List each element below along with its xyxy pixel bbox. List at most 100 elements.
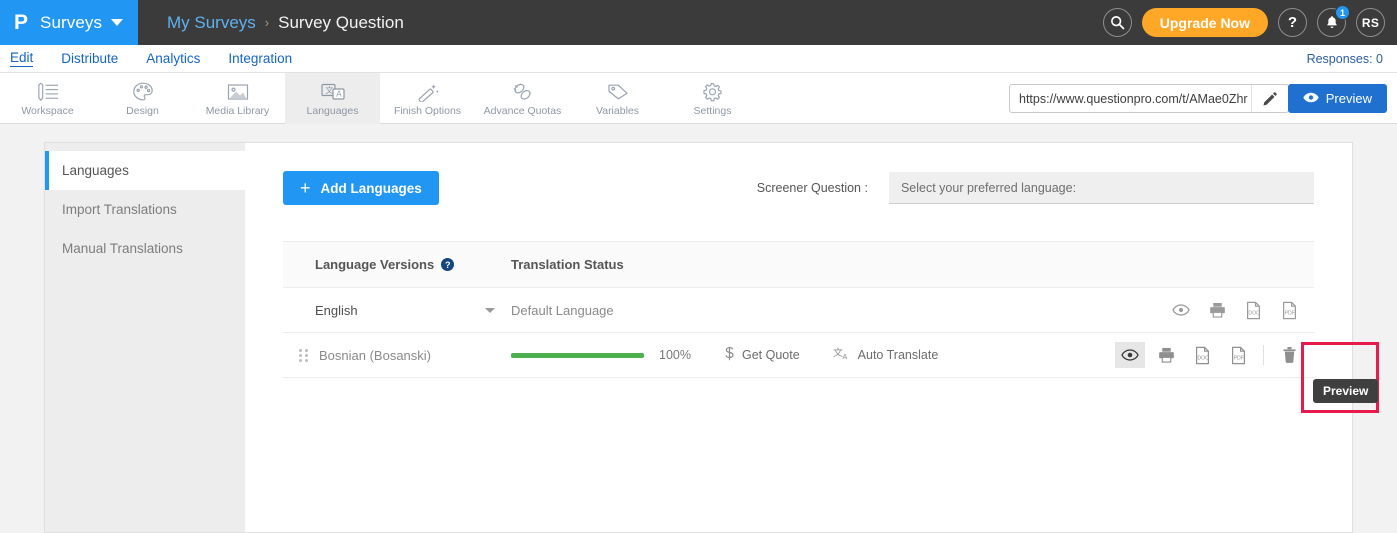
breadcrumb-my-surveys[interactable]: My Surveys [167,13,256,33]
gear-icon [701,80,724,102]
help-icon[interactable]: ? [441,258,454,271]
auto-translate-action[interactable]: 文 A Auto Translate [833,346,939,364]
tag-icon [606,80,630,102]
svg-text:DOC: DOC [1197,355,1209,361]
sidebar-item-languages[interactable]: Languages [45,151,245,190]
tool-advance-quotas[interactable]: Advance Quotas [475,73,570,124]
workspace-icon [35,80,60,102]
row-language-label: Bosnian (Bosanski) [319,348,431,363]
breadcrumb: My Surveys › Survey Question [138,13,404,33]
tool-design[interactable]: Design [95,73,190,124]
preview-button-label: Preview [1326,91,1372,106]
svg-text:文: 文 [833,346,843,359]
divider [1263,345,1264,365]
eye-icon [1303,91,1319,106]
svg-text:A: A [842,352,847,361]
table-row: English Default Language [283,288,1314,333]
brand-label: Surveys [40,13,102,33]
tool-settings[interactable]: Settings [665,73,760,124]
drag-handle-icon[interactable] [299,349,310,362]
page-body: Languages Import Translations Manual Tra… [0,124,1397,533]
magic-wand-icon [416,80,440,102]
sidebar-item-label: Import Translations [62,202,177,217]
translation-progress-bar [511,353,644,358]
tool-workspace[interactable]: Workspace [0,73,95,124]
question-mark-icon: ? [1288,14,1297,31]
tool-media-library[interactable]: Media Library [190,73,285,124]
primary-nav: Edit Distribute Analytics Integration Re… [0,45,1397,73]
row-print-button[interactable] [1202,297,1232,323]
tool-languages[interactable]: 文 A Languages [285,73,380,124]
add-languages-button[interactable]: + Add Languages [283,171,439,205]
image-icon [226,80,250,102]
tool-variables[interactable]: Variables [570,73,665,124]
svg-text:A: A [336,89,342,98]
chevron-down-icon[interactable] [485,308,495,313]
notification-badge: 1 [1335,5,1350,20]
table-header-row: Language Versions ? Translation Status [283,241,1314,288]
screener-question-group: Screener Question : Select your preferre… [757,172,1314,204]
questionpro-logo-icon: P [14,12,28,33]
tool-label: Design [126,105,159,117]
header-actions: Upgrade Now ? 1 RS [1103,0,1385,45]
screener-question-input[interactable]: Select your preferred language: [889,172,1314,204]
nav-item-analytics[interactable]: Analytics [146,51,200,67]
row-print-button[interactable] [1151,342,1181,368]
tool-label: Finish Options [394,105,461,117]
card-content: + Add Languages Screener Question : Sele… [245,143,1352,532]
help-button[interactable]: ? [1278,8,1307,37]
row-delete-button[interactable] [1274,342,1304,368]
upgrade-label: Upgrade Now [1160,15,1250,31]
get-quote-label: Get Quote [742,348,800,362]
avatar[interactable]: RS [1356,8,1385,37]
sidebar-item-manual-translations[interactable]: Manual Translations [45,229,245,268]
sidebar-item-label: Languages [62,163,129,178]
survey-url-field[interactable]: https://www.questionpro.com/t/AMae0Zhr [1009,84,1289,113]
row-doc-export-button[interactable]: DOC [1187,342,1217,368]
screener-question-label: Screener Question : [757,181,868,195]
tool-label: Advance Quotas [484,105,562,117]
languages-card: Languages Import Translations Manual Tra… [44,142,1353,533]
avatar-initials: RS [1362,16,1379,30]
row-status-label: Default Language [511,303,614,318]
add-languages-label: Add Languages [321,181,422,196]
row-preview-button[interactable] [1166,297,1196,323]
header-translation-status: Translation Status [511,257,1314,272]
get-quote-action[interactable]: Get Quote [724,346,800,364]
search-button[interactable] [1103,8,1132,37]
pencil-icon[interactable] [1251,85,1288,112]
brand-surveys-menu[interactable]: P Surveys [0,0,138,45]
chevron-down-icon [111,19,123,26]
nav-item-integration[interactable]: Integration [228,51,292,67]
dollar-icon [724,346,735,364]
screener-question-value: Select your preferred language: [901,181,1076,195]
tool-label: Variables [596,105,639,117]
header-label: Translation Status [511,257,624,272]
upgrade-now-button[interactable]: Upgrade Now [1142,8,1268,37]
sidebar-item-label: Manual Translations [62,241,183,256]
link-chain-icon [511,80,535,102]
row-pdf-export-button[interactable]: PDF [1223,342,1253,368]
palette-icon [132,80,154,102]
row-actions: DOC PDF [1115,342,1304,368]
preview-survey-button[interactable]: Preview [1288,84,1387,113]
notifications-button[interactable]: 1 [1317,8,1346,37]
svg-text:DOC: DOC [1248,310,1260,316]
row-language-cell[interactable]: English [283,303,511,318]
row-pdf-export-button[interactable]: PDF [1274,297,1304,323]
editor-toolbar: Workspace Design Media Library [0,73,1397,124]
languages-table: Language Versions ? Translation Status E… [283,241,1314,378]
header-language-versions: Language Versions ? [283,257,511,272]
sidebar-item-import-translations[interactable]: Import Translations [45,190,245,229]
responses-count: Responses: 0 [1307,52,1383,66]
svg-text:文: 文 [325,85,333,95]
tool-label: Media Library [206,105,270,117]
tool-finish-options[interactable]: Finish Options [380,73,475,124]
row-preview-button[interactable] [1115,342,1145,368]
header-label: Language Versions [315,257,434,272]
breadcrumb-separator-icon: › [265,15,269,30]
search-icon [1110,15,1125,30]
nav-item-edit[interactable]: Edit [10,50,33,67]
nav-item-distribute[interactable]: Distribute [61,51,118,67]
row-doc-export-button[interactable]: DOC [1238,297,1268,323]
